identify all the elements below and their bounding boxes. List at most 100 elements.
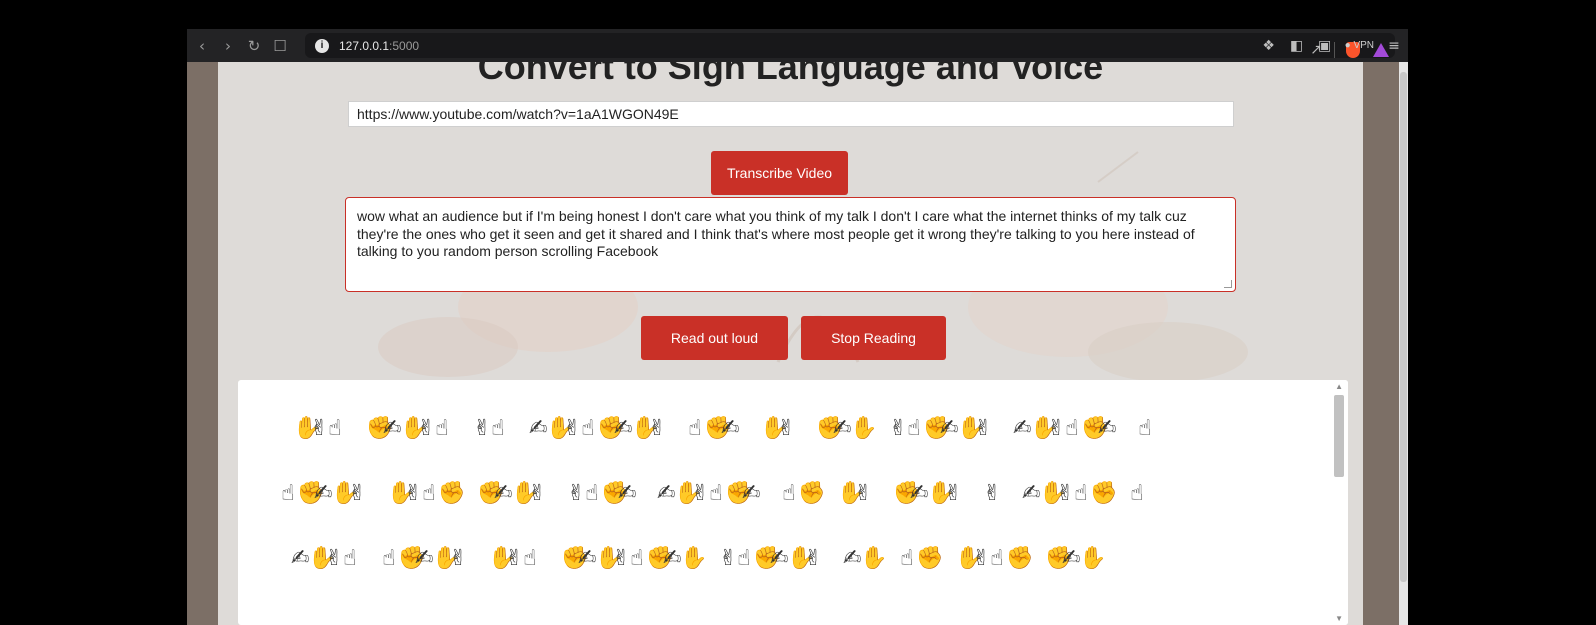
stop-reading-button[interactable]: Stop Reading — [801, 316, 946, 360]
sign-word: ✊ ✍ ✋ — [816, 403, 877, 455]
menu-icon[interactable]: ≡ — [1380, 29, 1408, 62]
hand-sign-icon: ✊ — [1045, 546, 1073, 571]
hand-sign-icon: ✋ — [957, 416, 985, 441]
hand-sign-icon: ✍ — [657, 481, 676, 506]
sign-word: ☝ ✊ — [899, 533, 944, 585]
page-scrollbar[interactable] — [1399, 62, 1408, 625]
hand-sign-icon: ☝ — [782, 481, 796, 506]
hand-sign-icon: ✌ — [972, 546, 991, 571]
hand-sign-icon: ✌ — [567, 481, 586, 506]
sign-word: ✋ ✌ — [760, 403, 796, 455]
vpn-button[interactable]: ● VPN — [1339, 40, 1380, 51]
sign-word: ✊ ✍ ✋ ✌ — [893, 468, 962, 520]
resize-handle[interactable] — [1224, 280, 1232, 288]
hand-sign-icon: ✊ — [816, 416, 844, 441]
sign-panel-scrollbar[interactable]: ▲ ▼ — [1330, 380, 1348, 625]
scroll-down-icon[interactable]: ▼ — [1335, 614, 1343, 623]
hand-sign-icon: ✍ — [843, 546, 862, 571]
sign-word: ✊ ✍ ✋ ✌ ☝ — [366, 403, 450, 455]
vpn-label: VPN — [1353, 40, 1374, 51]
page-viewport: Convert to Sign Language and Voice Trans… — [187, 62, 1408, 625]
hand-sign-icon: ✍ — [1098, 416, 1117, 441]
hand-sign-icon: ✍ — [940, 416, 959, 441]
hand-sign-icon: ✍ — [291, 546, 310, 571]
page-title: Convert to Sign Language and Voice — [477, 62, 1104, 87]
sign-row: ☝ ✊ ✍ ✋ ✌ ✋ ✌ ☝ ✊ ✊ ✍ ✋ ✌ ✌ ☝ ✊ ✍ ✍ ✋ ✌ ☝ ✊ ✍ ☝ ✊ ✋ ✌ ✊ ✍ ✋ ✌ ✌ ✍ ✋ ✌ ☝ ✊ ☝ — [238, 468, 1328, 520]
hand-sign-icon: ✊ — [366, 416, 394, 441]
sign-word: ☝ ✊ — [781, 468, 825, 520]
hand-sign-icon: ✋ — [787, 546, 815, 571]
address-text[interactable]: 127.0.0.1:5000 — [339, 39, 419, 53]
hand-sign-icon: ✌ — [719, 546, 738, 571]
sign-word: ☝ ✊ ✍ — [687, 403, 739, 455]
sign-word: ✍ ✋ ✌ ☝ ✊ — [1022, 468, 1117, 520]
hand-sign-icon: ✌ — [974, 416, 993, 441]
sidebar-icon[interactable]: ◧ — [1283, 29, 1311, 62]
sign-word: ☝ ✊ ✍ ✋ ✌ — [280, 468, 367, 520]
scroll-up-icon[interactable]: ▲ — [1335, 382, 1343, 391]
sign-row: ✍ ✋ ✌ ☝ ☝ ✊ ✍ ✋ ✌ ✋ ✌ ☝ ✊ ✍ ✋ ✌ ☝ ✊ ✍ ✋ ✌ ☝ ✊ ✍ ✋ ✌ ✍ ✋ ☝ ✊ ✋ ✌ ☝ ✊ ✊ ✍ ✋ — [238, 533, 1328, 585]
hand-sign-icon: ☝ — [491, 416, 505, 441]
hand-sign-icon: ✋ — [1079, 546, 1107, 571]
hand-sign-icon: ✋ — [293, 416, 321, 441]
hand-sign-icon: ☝ — [382, 546, 396, 571]
hand-sign-icon: ☝ — [343, 546, 357, 571]
hand-sign-icon: ✊ — [704, 416, 732, 441]
hand-sign-icon: ✌ — [473, 416, 492, 441]
hand-sign-icon: ✋ — [387, 481, 415, 506]
hand-sign-icon: ✌ — [528, 481, 547, 506]
hand-sign-icon: ✋ — [955, 546, 983, 571]
address-bar[interactable]: i 127.0.0.1:5000 ↗ — [305, 33, 1395, 58]
hand-sign-icon: ✍ — [1062, 546, 1081, 571]
hand-sign-icon: ✌ — [348, 481, 367, 506]
hand-sign-icon: ✋ — [308, 546, 336, 571]
hand-sign-icon: ✍ — [578, 546, 597, 571]
sign-word: ✍ ✋ ✌ ☝ — [291, 533, 358, 585]
hand-sign-icon: ✊ — [477, 481, 505, 506]
hand-sign-icon: ✊ — [753, 546, 781, 571]
forward-icon[interactable]: › — [215, 29, 241, 62]
hand-sign-icon: ✍ — [833, 416, 852, 441]
hand-sign-icon: ✋ — [760, 416, 788, 441]
hand-sign-icon: ✌ — [417, 416, 436, 441]
sign-word: ✊ ✍ ✋ ✌ — [477, 468, 547, 520]
transcribe-video-button[interactable]: Transcribe Video — [711, 151, 848, 195]
sign-row: ✋ ✌ ☝ ✊ ✍ ✋ ✌ ☝ ✌ ☝ ✍ ✋ ✌ ☝ ✊ ✍ ✋ ✌ ☝ ✊ ✍ ✋ ✌ ✊ ✍ ✋ ✌ ☝ ✊ ✍ ✋ ✌ ✍ ✋ ✌ ☝ ✊ ✍ ☝ — [238, 403, 1328, 455]
hand-sign-icon: ✋ — [631, 416, 659, 441]
hand-sign-icon: ✍ — [910, 481, 929, 506]
hand-sign-icon: ☝ — [900, 546, 914, 571]
extensions-icon[interactable]: ❖ — [1255, 29, 1283, 62]
sign-word: ✋ ✌ ☝ ✊ — [955, 533, 1033, 585]
hand-sign-icon: ✍ — [415, 546, 434, 571]
sign-word: ✋ ✌ ☝ — [488, 533, 538, 585]
hand-sign-icon: ✋ — [927, 481, 955, 506]
sign-word: ✊ ✍ ✋ ✌ ☝ ✊ ✍ ✋ — [561, 533, 707, 585]
page-scroll-thumb[interactable] — [1400, 72, 1407, 582]
read-out-loud-button[interactable]: Read out loud — [641, 316, 788, 360]
hand-sign-icon: ☝ — [422, 481, 436, 506]
hand-sign-icon: ✋ — [400, 416, 428, 441]
transcript-textarea[interactable]: wow what an audience but if I'm being ho… — [345, 197, 1236, 292]
youtube-url-input[interactable] — [348, 101, 1234, 127]
sign-word: ✍ ✋ ✌ ☝ ✊ ✍ — [657, 468, 760, 520]
browser-toolbar: ‹ › ↻ ☐ i 127.0.0.1:5000 ↗ ❖ ◧ ▣ ● VPN ≡ — [187, 29, 1408, 62]
hand-sign-icon: ✍ — [618, 481, 637, 506]
sign-panel-scroll-thumb[interactable] — [1334, 395, 1344, 477]
hand-sign-icon: ✌ — [310, 416, 329, 441]
site-info-icon[interactable]: i — [315, 38, 329, 53]
reload-icon[interactable]: ↻ — [241, 29, 267, 62]
wallet-icon[interactable]: ▣ — [1311, 29, 1339, 62]
hand-sign-icon: ☝ — [1065, 416, 1079, 441]
sign-word: ✌ ☝ ✊ ✍ ✋ ✌ — [719, 533, 822, 585]
hand-sign-icon: ✌ — [854, 481, 873, 506]
bookmark-icon[interactable]: ☐ — [267, 29, 293, 62]
sign-word: ☝ — [1129, 468, 1145, 520]
hand-sign-icon: ☝ — [1130, 481, 1144, 506]
hand-sign-icon: ✊ — [725, 481, 753, 506]
hand-sign-icon: ✊ — [916, 546, 944, 571]
hand-sign-icon: ✍ — [494, 481, 513, 506]
back-icon[interactable]: ‹ — [189, 29, 215, 62]
hand-sign-icon: ☝ — [328, 416, 342, 441]
hand-sign-icon: ✍ — [529, 416, 548, 441]
hand-sign-icon: ✌ — [777, 416, 796, 441]
